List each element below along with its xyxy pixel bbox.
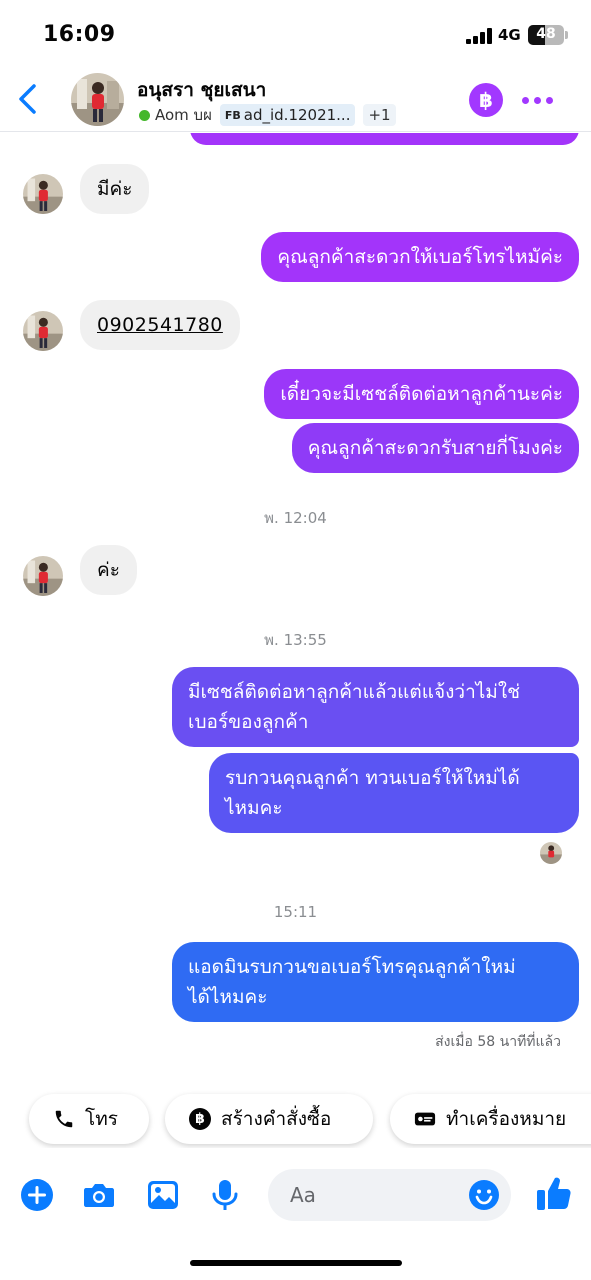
call-chip-label: โทร: [85, 1108, 118, 1130]
outgoing-message[interactable]: คุณลูกค้าสะดวกรับสายกี่โมงค่ะ: [291, 423, 579, 473]
sender-avatar: [23, 311, 63, 351]
gallery-icon[interactable]: [146, 1178, 180, 1212]
battery-icon: 48: [528, 25, 564, 45]
cellular-signal-icon: [466, 28, 494, 44]
incoming-message[interactable]: ค่ะ: [80, 545, 137, 595]
more-tags-count[interactable]: +1: [363, 104, 396, 126]
timestamp-separator: พ. 13:55: [264, 631, 327, 649]
message-line: ไหมคะ: [225, 797, 283, 819]
emoji-icon[interactable]: [468, 1179, 500, 1211]
incoming-message[interactable]: 0902541780: [80, 300, 240, 350]
chat-header: อนุสรา ชุยเสนา Aom บผ FB ad_id.12021... …: [0, 66, 591, 132]
outgoing-message[interactable]: เดี๋ยวจะมีเซชล์ติดต่อหาลูกค้านะค่ะ: [264, 369, 579, 419]
battery-level: 48: [536, 26, 556, 42]
message-line: แอดมินรบกวนขอเบอร์โทรคุณลูกค้าใหม่: [188, 956, 516, 978]
outgoing-message[interactable]: รบกวนคุณลูกค้า ทวนเบอร์ให้ใหม่ได้ ไหมคะ: [209, 753, 579, 833]
status-bar: 16:09 4G 48: [0, 0, 591, 66]
previous-message-bubble[interactable]: [190, 133, 579, 145]
contact-meta-row: Aom บผ FB ad_id.12021... +1: [139, 104, 396, 126]
home-indicator: [190, 1260, 402, 1266]
baht-icon: ฿: [479, 88, 493, 112]
sent-status: ส่งเมื่อ 58 นาทีที่แล้ว: [435, 1034, 561, 1050]
phone-icon: [55, 1110, 73, 1128]
message-line: เบอร์ของลูกค้า: [188, 711, 309, 733]
timestamp-separator: 15:11: [273, 903, 318, 921]
message-line: รบกวนคุณลูกค้า ทวนเบอร์ให้ใหม่ได้: [225, 767, 520, 789]
message-input[interactable]: [290, 1181, 460, 1209]
facebook-tag-icon: FB: [224, 108, 241, 122]
outgoing-message[interactable]: คุณลูกค้าสะดวกให้เบอร์โทรไหมัค่ะ: [261, 232, 579, 282]
message-composer: [0, 1160, 591, 1230]
seen-receipt-avatar: [540, 842, 562, 864]
chevron-left-icon: [19, 84, 36, 114]
phone-number-link[interactable]: 0902541780: [97, 314, 223, 336]
ad-tag-label: ad_id.12021...: [243, 106, 351, 124]
status-time: 16:09: [43, 22, 116, 47]
message-thread[interactable]: มีค่ะ คุณลูกค้าสะดวกให้เบอร์โทรไหมัค่ะ 0…: [0, 133, 591, 1078]
sender-avatar: [23, 174, 63, 214]
more-options-icon[interactable]: [522, 97, 554, 105]
mark-label-chip[interactable]: ทำเครื่องหมาย: [390, 1094, 591, 1144]
create-order-chip[interactable]: ฿ สร้างคำสั่งซื้อ: [165, 1094, 373, 1144]
assignee-label: Aom บผ: [155, 106, 212, 124]
baht-icon: ฿: [189, 1108, 211, 1130]
ad-tag-chip[interactable]: FB ad_id.12021...: [219, 104, 356, 126]
thumbs-up-icon[interactable]: [535, 1174, 573, 1212]
plus-icon[interactable]: [20, 1178, 54, 1212]
create-order-chip-label: สร้างคำสั่งซื้อ: [221, 1108, 332, 1130]
label-card-icon: [414, 1112, 436, 1126]
online-status-icon: [139, 109, 150, 121]
battery-tip: [565, 31, 568, 39]
incoming-message[interactable]: มีค่ะ: [80, 164, 150, 214]
timestamp-separator: พ. 12:04: [264, 509, 327, 527]
outgoing-message[interactable]: มีเซชล์ติดต่อหาลูกค้าแล้วแต่แจ้งว่าไม่ใช…: [172, 667, 579, 747]
create-order-button[interactable]: ฿: [469, 83, 503, 117]
call-chip[interactable]: โทร: [29, 1094, 149, 1144]
network-label: 4G: [498, 26, 521, 44]
message-line: มีเซชล์ติดต่อหาลูกค้าแล้วแต่แจ้งว่าไม่ใช…: [188, 681, 520, 703]
outgoing-message[interactable]: แอดมินรบกวนขอเบอร์โทรคุณลูกค้าใหม่ ได้ไห…: [172, 942, 579, 1022]
quick-actions-bar[interactable]: โทร ฿ สร้างคำสั่งซื้อ ทำเครื่องหมาย: [0, 1088, 591, 1148]
mark-label-chip-label: ทำเครื่องหมาย: [446, 1108, 567, 1130]
contact-avatar[interactable]: [71, 73, 124, 126]
contact-name[interactable]: อนุสรา ชุยเสนา: [137, 75, 266, 105]
sender-avatar: [23, 556, 63, 596]
back-button[interactable]: [14, 82, 44, 116]
message-input-container[interactable]: [268, 1169, 511, 1221]
microphone-icon[interactable]: [208, 1178, 242, 1212]
camera-icon[interactable]: [82, 1178, 116, 1212]
message-line: ได้ไหมคะ: [188, 986, 268, 1008]
